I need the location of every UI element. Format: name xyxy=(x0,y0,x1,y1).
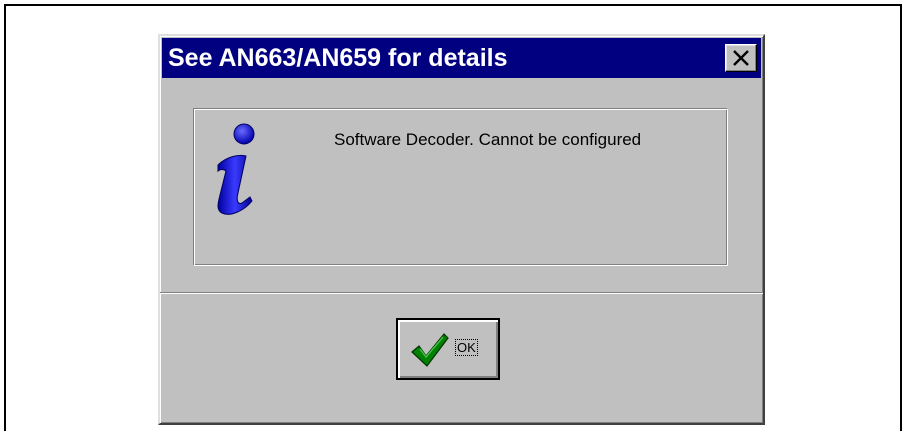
message-text: Software Decoder. Cannot be configured xyxy=(334,130,642,149)
ok-button[interactable]: OK xyxy=(396,318,500,380)
titlebar[interactable]: See AN663/AN659 for details xyxy=(162,38,761,78)
info-icon xyxy=(217,123,255,215)
separator xyxy=(160,292,763,294)
message-panel: Software Decoder. Cannot be configured xyxy=(193,108,728,266)
close-icon xyxy=(733,50,749,66)
dialog-title: See AN663/AN659 for details xyxy=(168,44,508,72)
ok-label: OK xyxy=(455,339,478,356)
checkmark-icon xyxy=(411,333,449,367)
info-dialog: See AN663/AN659 for details Software Dec… xyxy=(158,34,765,425)
close-button[interactable] xyxy=(725,44,757,72)
